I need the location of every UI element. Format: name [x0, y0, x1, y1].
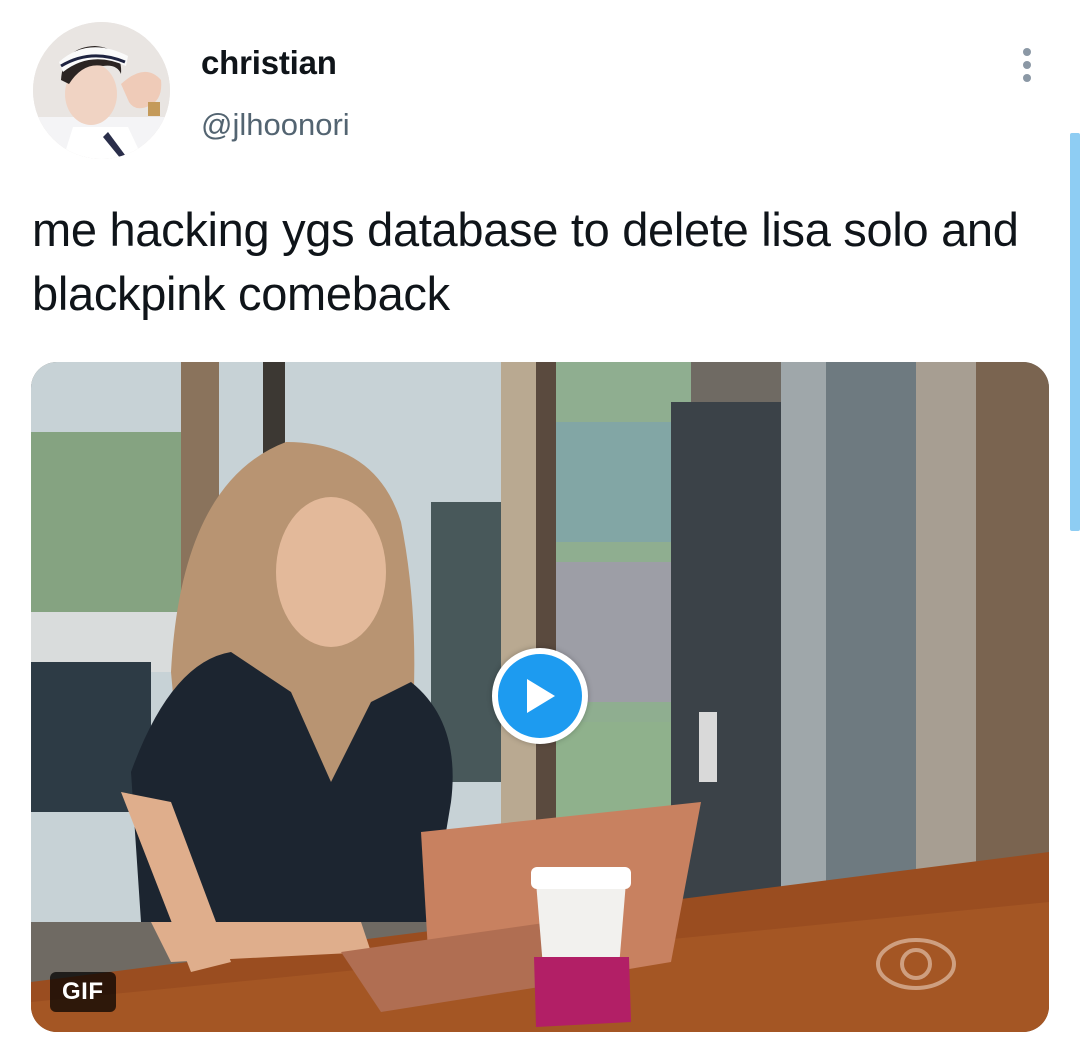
tweet-text: me hacking ygs database to delete lisa s…	[32, 203, 1019, 320]
scrollbar-thumb[interactable]	[1070, 133, 1080, 531]
tweet-media-gif[interactable]: GIF	[31, 362, 1049, 1032]
avatar-photo	[33, 22, 170, 159]
more-options-button[interactable]	[1005, 40, 1049, 90]
more-options-icon	[1023, 48, 1031, 56]
more-options-icon-dot	[1023, 61, 1031, 69]
gif-badge: GIF	[50, 972, 116, 1012]
more-options-icon-dot	[1023, 74, 1031, 82]
author-handle[interactable]: @jlhoonori	[201, 107, 350, 143]
author-avatar[interactable]	[33, 22, 170, 159]
play-button[interactable]	[492, 648, 588, 744]
author-display-name[interactable]: christian	[201, 44, 337, 82]
play-icon	[527, 679, 555, 713]
